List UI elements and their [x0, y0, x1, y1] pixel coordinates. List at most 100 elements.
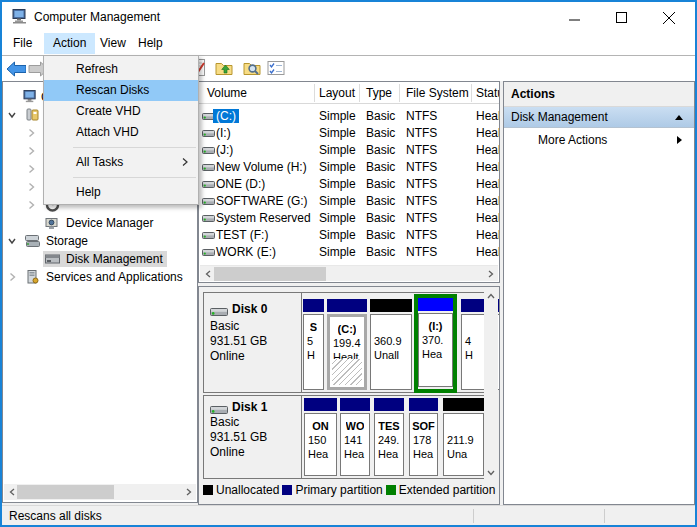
chevron-collapsed-icon[interactable]: [26, 182, 36, 192]
status-text: Rescans all disks: [9, 509, 102, 523]
actions-section-disk-management[interactable]: Disk Management: [504, 107, 694, 128]
submenu-chevron-icon: [182, 157, 188, 167]
tree-scrollbar-thumb[interactable]: [17, 485, 114, 499]
chevron-expanded-icon[interactable]: [7, 236, 17, 246]
partition-i-extended[interactable]: (I:) 370. Hea: [414, 294, 457, 393]
disk-1-label[interactable]: Disk 1 Basic 931.51 GB Online: [204, 396, 302, 478]
partition-unallocated[interactable]: 360.9 Unall: [370, 299, 412, 390]
back-arrow-icon[interactable]: [6, 61, 26, 79]
chevron-collapsed-icon[interactable]: [26, 200, 36, 210]
volume-row[interactable]: ONE (D:) Simple Basic NTFS Healthy: [199, 175, 499, 192]
volume-row[interactable]: TEST (F:) Simple Basic NTFS Healthy: [199, 226, 499, 243]
partition-color-bar: [327, 299, 367, 312]
legend-unallocated-swatch: [203, 485, 213, 495]
volume-horizontal-scrollbar[interactable]: [200, 265, 498, 281]
close-button[interactable]: [646, 2, 692, 33]
partition-software[interactable]: SOF 178 Hea: [409, 398, 438, 476]
volume-row[interactable]: (J:) Simple Basic NTFS Healthy: [199, 141, 499, 158]
maximize-button[interactable]: [598, 2, 644, 33]
chevron-collapsed-icon[interactable]: [26, 164, 36, 174]
disk-size: 931.51 GB: [210, 430, 301, 445]
console-tree-toggle-icon[interactable]: [267, 60, 287, 78]
menu-item-attach-vhd[interactable]: Attach VHD: [44, 122, 198, 143]
more-actions-item[interactable]: More Actions: [504, 128, 694, 152]
volume-list-header: Volume Layout Type File System Status: [199, 82, 499, 104]
volume-row[interactable]: (C:) Simple Basic NTFS Healthy: [199, 107, 499, 124]
volume-list-panel: Volume Layout Type File System Status (C…: [198, 81, 500, 283]
volume-row[interactable]: SOFTWARE (G:) Simple Basic NTFS Healthy: [199, 192, 499, 209]
disk-0-label[interactable]: Disk 0 Basic 931.51 GB Online: [204, 293, 302, 392]
column-header-type[interactable]: Type: [366, 86, 392, 100]
menu-item-create-vhd[interactable]: Create VHD: [44, 101, 198, 122]
collapse-arrow-icon[interactable]: [675, 115, 683, 120]
volume-icon: [202, 249, 215, 256]
disk-0-row: Disk 0 Basic 931.51 GB Online S 5 H: [203, 292, 485, 393]
volume-icon: [202, 215, 215, 222]
disk-vertical-scrollbar[interactable]: [484, 288, 498, 480]
legend-extended-swatch: [386, 485, 396, 495]
disk-1-row: Disk 1 Basic 931.51 GB Online ON 150 Hea: [203, 395, 485, 479]
column-header-volume[interactable]: Volume: [207, 86, 247, 100]
menu-file[interactable]: File: [4, 33, 41, 54]
folder-find-icon[interactable]: [243, 59, 263, 77]
status-bar: Rescans all disks: [2, 505, 695, 525]
action-menu-dropdown: Refresh Rescan Disks Create VHD Attach V…: [43, 55, 199, 205]
menu-action[interactable]: Action: [44, 33, 95, 54]
disk-1-partitions: ON 150 Hea WO 141 Hea TES: [302, 396, 484, 478]
legend-primary: Primary partition: [282, 483, 382, 497]
scroll-up-arrow[interactable]: [484, 288, 498, 303]
tree-item-disk-management[interactable]: Disk Management: [3, 250, 197, 268]
menu-item-help[interactable]: Help: [44, 182, 198, 203]
chevron-expanded-icon[interactable]: [7, 110, 17, 120]
tree-item-services-applications[interactable]: Services and Applications: [3, 268, 197, 286]
scroll-down-arrow[interactable]: [484, 465, 498, 480]
menu-item-all-tasks[interactable]: All Tasks: [44, 152, 198, 173]
volume-scrollbar-thumb[interactable]: [214, 267, 326, 281]
tree-item-device-manager[interactable]: Device Manager: [3, 214, 197, 232]
computer-management-window: Computer Management File Action View Hel…: [0, 0, 697, 527]
partition-test[interactable]: TES 249. Hea: [374, 398, 404, 476]
column-header-filesystem[interactable]: File System: [406, 86, 469, 100]
disk-status: Online: [210, 349, 301, 364]
partition-one[interactable]: ON 150 Hea: [304, 398, 337, 476]
partition-color-bar: [304, 398, 337, 411]
scroll-left-arrow[interactable]: [200, 266, 215, 282]
column-header-layout[interactable]: Layout: [319, 86, 355, 100]
chevron-collapsed-icon[interactable]: [26, 128, 36, 138]
minimize-button[interactable]: [551, 2, 597, 33]
partition-work[interactable]: WO 141 Hea: [340, 398, 370, 476]
column-header-status[interactable]: Status: [476, 86, 500, 100]
chevron-collapsed-icon[interactable]: [26, 146, 36, 156]
legend-unallocated: Unallocated: [203, 483, 279, 497]
folder-up-icon[interactable]: [215, 59, 235, 77]
tree-item-storage[interactable]: Storage: [3, 232, 197, 250]
disk-type: Basic: [210, 415, 301, 430]
menu-item-rescan-disks[interactable]: Rescan Disks: [44, 80, 198, 101]
legend-extended: Extended partition: [386, 483, 496, 497]
volume-row[interactable]: New Volume (H:) Simple Basic NTFS Health…: [199, 158, 499, 175]
services-icon: [25, 270, 40, 284]
system-tools-icon: [25, 108, 40, 122]
volume-row[interactable]: System Reserved Simple Basic NTFS Health…: [199, 209, 499, 226]
partition-color-bar: [409, 398, 438, 411]
tree-horizontal-scrollbar[interactable]: [4, 484, 196, 500]
menu-help[interactable]: Help: [129, 33, 172, 54]
chevron-collapsed-icon[interactable]: [7, 272, 17, 282]
scroll-right-arrow[interactable]: [483, 266, 498, 282]
menu-item-refresh[interactable]: Refresh: [44, 59, 198, 80]
partition-unallocated[interactable]: 211.9 Una: [443, 398, 484, 476]
volume-row[interactable]: WORK (E:) Simple Basic NTFS Healthy: [199, 243, 499, 260]
tree-selection: Disk Management: [43, 251, 167, 267]
partition-system-reserved[interactable]: S 5 H: [303, 299, 324, 390]
volume-icon: [202, 181, 215, 188]
partition-c[interactable]: (C:) 199.4 Healt: [327, 299, 367, 390]
device-manager-icon: [45, 216, 60, 230]
partition-color-bar: [374, 398, 404, 411]
menu-separator: [73, 147, 196, 148]
volume-icon: [202, 198, 215, 205]
actions-title: Actions: [504, 82, 694, 107]
partition-color-bar: [370, 299, 412, 312]
volume-icon: [202, 130, 215, 137]
scroll-right-arrow[interactable]: [181, 484, 196, 500]
volume-row[interactable]: (I:) Simple Basic NTFS Healthy: [199, 124, 499, 141]
